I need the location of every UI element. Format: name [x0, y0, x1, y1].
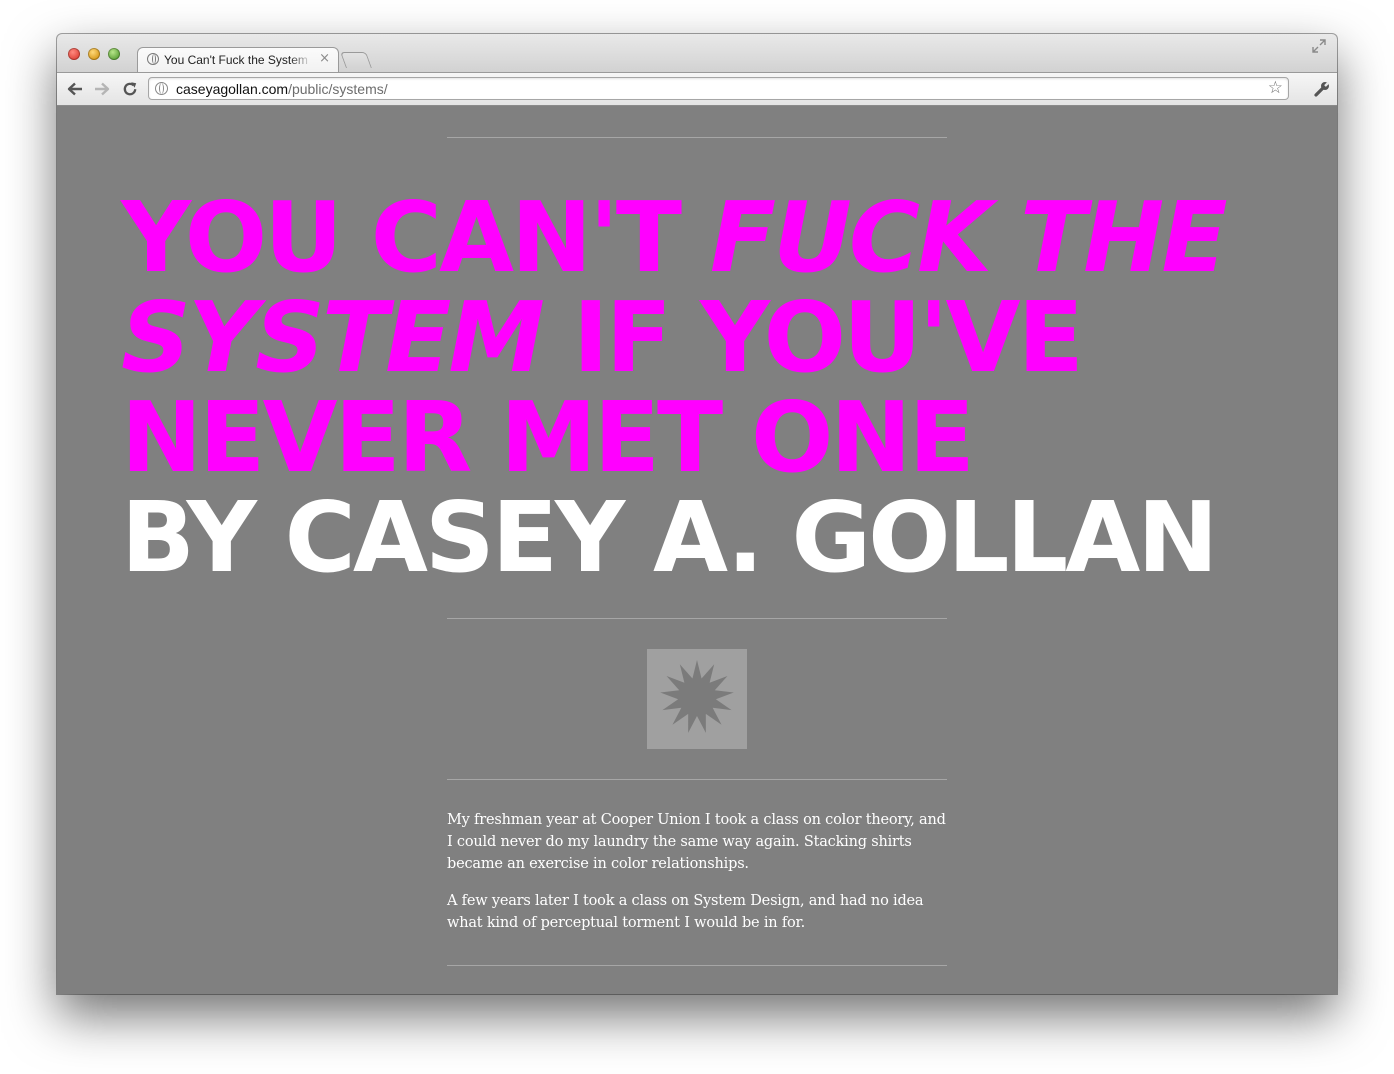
tab-active[interactable]: You Can't Fuck the System If You've Neve… — [137, 47, 339, 73]
headline-part-1: You can't — [121, 181, 710, 294]
toolbar: caseyagollan.com/public/systems/ ☆ — [57, 72, 1337, 106]
wrench-icon[interactable] — [1313, 80, 1331, 98]
globe-icon — [147, 53, 159, 65]
tab-title: You Can't Fuck the System If You've Neve… — [164, 53, 312, 67]
close-window-button[interactable] — [68, 48, 80, 60]
url-path: /public/systems/ — [288, 81, 388, 97]
divider — [447, 965, 947, 966]
starburst-icon — [660, 660, 734, 733]
starburst-badge — [647, 649, 747, 749]
divider — [447, 618, 947, 619]
address-bar[interactable]: caseyagollan.com/public/systems/ ☆ — [148, 77, 1289, 100]
page-content: You can't fuck the system if you've neve… — [57, 106, 1337, 994]
url-text[interactable]: caseyagollan.com/public/systems/ — [176, 81, 388, 97]
paragraph: A few years later I took a class on Syst… — [447, 893, 924, 931]
browser-window: You Can't Fuck the System If You've Neve… — [57, 34, 1337, 994]
paragraph: My freshman year at Cooper Union I took … — [447, 812, 946, 872]
minimize-window-button[interactable] — [88, 48, 100, 60]
zoom-window-button[interactable] — [108, 48, 120, 60]
forward-arrow-icon — [95, 82, 110, 96]
url-host: caseyagollan.com — [176, 81, 289, 97]
reload-icon — [123, 82, 137, 96]
divider — [447, 779, 947, 780]
article-body: My freshman year at Cooper Union I took … — [447, 809, 947, 949]
page-title: You can't fuck the system if you've neve… — [121, 188, 1301, 588]
forward-button[interactable] — [92, 79, 112, 99]
back-arrow-icon — [67, 82, 82, 96]
divider — [447, 137, 947, 138]
tab-strip: You Can't Fuck the System If You've Neve… — [57, 34, 1337, 73]
byline: by Casey A. Gollan — [121, 481, 1218, 594]
new-tab-button[interactable] — [340, 52, 372, 68]
star-icon[interactable]: ☆ — [1268, 79, 1283, 98]
globe-icon — [155, 82, 168, 95]
back-button[interactable] — [65, 79, 85, 99]
reload-button[interactable] — [120, 79, 140, 99]
tab-close-icon[interactable]: × — [319, 51, 330, 66]
expand-icon[interactable] — [1312, 39, 1326, 53]
